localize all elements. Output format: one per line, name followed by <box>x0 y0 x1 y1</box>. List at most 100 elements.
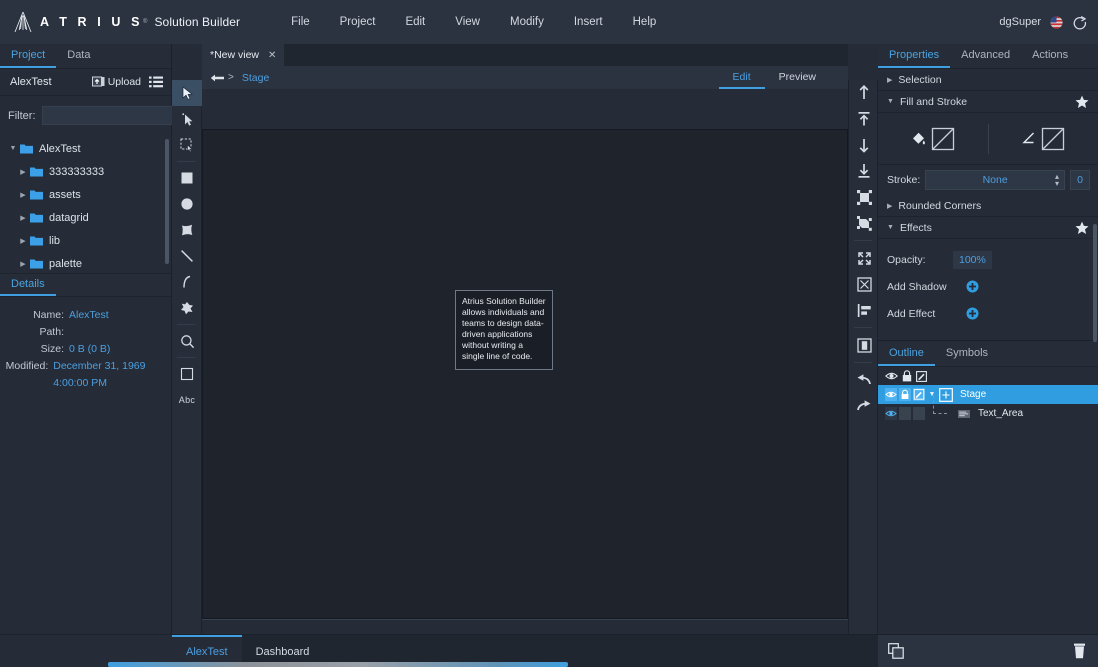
freeform-tool[interactable] <box>172 295 202 321</box>
stroke-style-select[interactable]: None ▴ ▾ <box>925 170 1065 190</box>
text-tool[interactable]: Abc <box>172 387 202 413</box>
group-button[interactable] <box>849 184 879 210</box>
distribute-button[interactable] <box>849 332 879 358</box>
undo-button[interactable] <box>849 367 879 393</box>
menu-item-edit[interactable]: Edit <box>390 12 440 32</box>
tab-data[interactable]: Data <box>56 44 101 68</box>
eye-icon[interactable] <box>885 407 897 420</box>
section-selection[interactable]: ▶ Selection <box>878 69 1098 91</box>
lock-icon[interactable] <box>899 388 911 401</box>
chevron-down-icon[interactable]: ▼ <box>925 391 939 398</box>
marquee-select-tool[interactable] <box>172 132 202 158</box>
tree-item-datagrid[interactable]: ▶ datagrid <box>0 206 171 229</box>
horizontal-scrollbar[interactable] <box>108 662 568 667</box>
breadcrumb-item-stage[interactable]: Stage <box>242 72 269 84</box>
ellipse-tool[interactable] <box>172 191 202 217</box>
no-color-swatch-icon[interactable] <box>931 127 955 151</box>
trash-icon[interactable] <box>1073 643 1086 659</box>
rectangle-tool[interactable] <box>172 165 202 191</box>
tab-actions[interactable]: Actions <box>1021 44 1079 68</box>
filter-input[interactable] <box>41 106 194 125</box>
zoom-tool[interactable] <box>172 328 202 354</box>
edit-icon[interactable] <box>913 407 925 420</box>
outline-row-stage[interactable]: ▼ Stage <box>878 385 1098 404</box>
canvas-area[interactable]: Atrius Solution Builder allows individua… <box>202 89 848 667</box>
menu-item-view[interactable]: View <box>440 12 495 32</box>
chevron-down-icon[interactable]: ▼ <box>6 145 20 152</box>
tab-details[interactable]: Details <box>0 274 56 296</box>
tab-properties[interactable]: Properties <box>878 44 951 68</box>
stage[interactable]: Atrius Solution Builder allows individua… <box>202 129 848 619</box>
tab-preview[interactable]: Preview <box>765 66 830 89</box>
outline-row-text-area[interactable]: Text_Area <box>878 395 1098 423</box>
menu-item-insert[interactable]: Insert <box>559 12 618 32</box>
favorite-star-icon[interactable] <box>1075 95 1089 109</box>
send-backward-button[interactable] <box>849 132 879 158</box>
arc-tool[interactable] <box>172 269 202 295</box>
tree-item-assets[interactable]: ▶ assets <box>0 183 171 206</box>
stroke-control[interactable] <box>989 127 1098 151</box>
detail-value: AlexTest <box>69 309 109 321</box>
tab-advanced[interactable]: Advanced <box>950 44 1021 68</box>
tree-item-333333333[interactable]: ▶ 333333333 <box>0 160 171 183</box>
chevron-right-icon[interactable]: ▶ <box>16 168 30 176</box>
plus-circle-icon[interactable] <box>966 307 979 320</box>
opacity-input[interactable]: 100% <box>953 250 992 269</box>
eye-icon[interactable] <box>885 388 897 401</box>
align-left-button[interactable] <box>849 297 879 323</box>
line-tool[interactable] <box>172 243 202 269</box>
chevron-right-icon[interactable]: ▶ <box>16 260 30 268</box>
eye-icon[interactable] <box>885 371 898 381</box>
section-fill-and-stroke[interactable]: ▼ Fill and Stroke <box>878 91 1098 113</box>
menu-item-file[interactable]: File <box>276 12 325 32</box>
edit-icon[interactable] <box>916 370 927 382</box>
center-align-button[interactable] <box>849 271 879 297</box>
lock-icon[interactable] <box>899 407 911 420</box>
favorite-star-icon[interactable] <box>1075 221 1089 235</box>
chevron-right-icon[interactable]: ▶ <box>16 191 30 199</box>
chevron-right-icon[interactable]: ▶ <box>16 237 30 245</box>
send-to-back-button[interactable] <box>849 158 879 184</box>
tab-outline[interactable]: Outline <box>878 341 935 366</box>
chevron-right-icon[interactable]: ▶ <box>16 214 30 222</box>
redo-button[interactable] <box>849 393 879 419</box>
tab-symbols[interactable]: Symbols <box>935 341 999 366</box>
tree-scrollbar[interactable] <box>165 139 169 264</box>
fit-to-screen-button[interactable] <box>849 245 879 271</box>
ungroup-button[interactable] <box>849 210 879 236</box>
tree-item-lib[interactable]: ▶ lib <box>0 229 171 252</box>
tab-project[interactable]: Project <box>0 44 57 68</box>
properties-scrollbar[interactable] <box>1093 224 1097 342</box>
no-color-swatch-icon[interactable] <box>1041 127 1065 151</box>
stroke-width-input[interactable]: 0 <box>1070 170 1090 190</box>
lock-icon[interactable] <box>902 370 912 382</box>
menu-item-help[interactable]: Help <box>618 12 672 32</box>
section-rounded-corners[interactable]: ▶ Rounded Corners <box>878 195 1098 217</box>
plus-circle-icon[interactable] <box>966 280 979 293</box>
polygon-tool[interactable] <box>172 217 202 243</box>
edit-icon[interactable] <box>913 388 925 401</box>
brand-logo[interactable]: A T R I U S ® Solution Builder <box>0 9 240 35</box>
text-area-element[interactable]: Atrius Solution Builder allows individua… <box>455 290 553 370</box>
back-arrow-icon[interactable] <box>210 73 225 83</box>
menu-item-project[interactable]: Project <box>325 12 391 32</box>
logout-icon[interactable] <box>1072 14 1088 30</box>
select-arrow-tool[interactable] <box>172 80 202 106</box>
view-tab-new-view[interactable]: *New view ✕ <box>202 44 285 66</box>
menu-item-modify[interactable]: Modify <box>495 12 559 32</box>
close-icon[interactable]: ✕ <box>268 50 276 61</box>
tree-item-alextest[interactable]: ▼ AlexTest <box>0 137 171 160</box>
section-effects[interactable]: ▼ Effects <box>878 217 1098 239</box>
upload-button[interactable]: Upload <box>91 76 141 88</box>
bring-to-front-button[interactable] <box>849 106 879 132</box>
bring-forward-button[interactable] <box>849 80 879 106</box>
fill-control[interactable] <box>878 127 988 151</box>
tab-edit[interactable]: Edit <box>718 66 765 89</box>
us-flag-icon[interactable] <box>1049 15 1064 30</box>
hamburger-icon[interactable] <box>149 76 163 88</box>
duplicate-icon[interactable] <box>888 643 904 659</box>
frame-tool[interactable] <box>172 361 202 387</box>
tree-item-palette[interactable]: ▶ palette <box>0 252 171 273</box>
direct-select-tool[interactable] <box>172 106 202 132</box>
